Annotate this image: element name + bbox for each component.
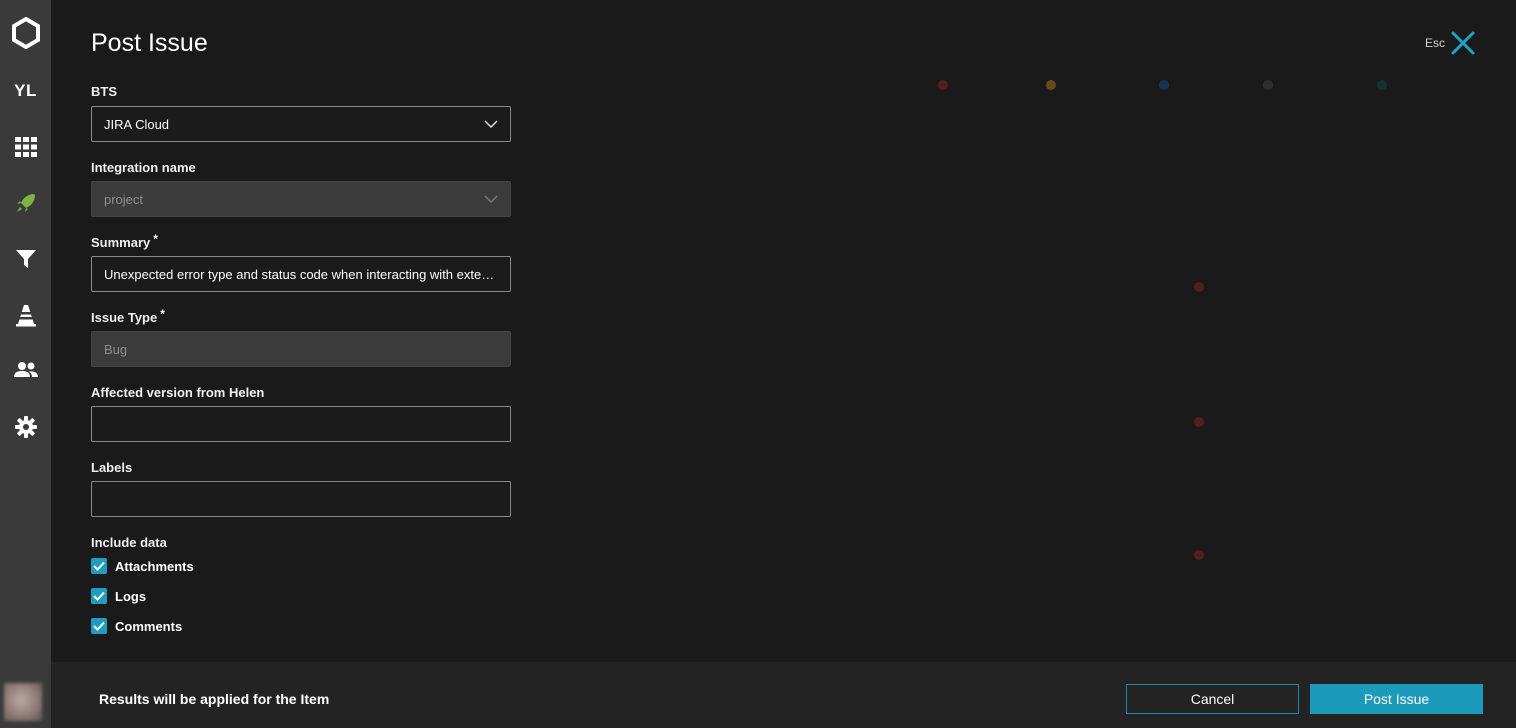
close-icon[interactable] [1450, 30, 1476, 56]
affected-version-input[interactable] [91, 406, 511, 442]
members-icon[interactable] [0, 350, 51, 390]
bts-value: JIRA Cloud [104, 116, 170, 132]
project-selector[interactable]: YL [0, 71, 51, 111]
comments-checkbox[interactable]: Comments [91, 618, 182, 634]
attachments-label: Attachments [115, 558, 194, 574]
filters-funnel-icon[interactable] [0, 239, 51, 279]
comments-label: Comments [115, 618, 183, 634]
required-mark: * [160, 307, 165, 321]
checkbox-checked-icon[interactable] [91, 618, 107, 634]
issue-type-value: Bug [104, 341, 128, 357]
labels-label: Labels [91, 460, 133, 475]
summary-label-text: Summary [91, 235, 151, 250]
summary-label: Summary * [91, 232, 158, 250]
summary-value: Unexpected error type and status code wh… [104, 266, 498, 282]
issue-type-label-text: Issue Type [91, 310, 158, 325]
logs-checkbox[interactable]: Logs [91, 588, 146, 604]
affected-version-label: Affected version from Helen [91, 385, 265, 400]
issue-type-label: Issue Type * [91, 307, 165, 325]
left-sidebar: YL [0, 0, 51, 728]
modal-title: Post Issue [91, 29, 208, 57]
attachments-checkbox[interactable]: Attachments [91, 558, 194, 574]
summary-input[interactable]: Unexpected error type and status code wh… [91, 256, 511, 292]
logs-label: Logs [115, 588, 147, 604]
post-issue-button[interactable]: Post Issue [1310, 684, 1483, 714]
dashboard-grid-icon[interactable] [0, 127, 51, 167]
integration-select: project [91, 181, 511, 217]
checkbox-checked-icon[interactable] [91, 558, 107, 574]
cancel-button[interactable]: Cancel [1126, 684, 1299, 714]
modal-footer: Results will be applied for the Item Can… [51, 662, 1516, 728]
bts-select[interactable]: JIRA Cloud [91, 106, 511, 142]
esc-hint: Esc [1425, 36, 1446, 50]
integration-label: Integration name [91, 160, 196, 175]
required-mark: * [153, 232, 158, 246]
chevron-down-icon [484, 120, 498, 128]
labels-input[interactable] [91, 481, 511, 517]
reportportal-logo-icon[interactable] [0, 13, 51, 53]
bts-label: BTS [91, 84, 117, 99]
debug-cone-icon[interactable] [0, 295, 51, 335]
issue-type-input: Bug [91, 331, 511, 367]
settings-gear-icon[interactable] [0, 407, 51, 447]
project-badge: YL [14, 81, 37, 100]
chevron-down-icon [484, 195, 498, 203]
user-avatar[interactable] [4, 683, 42, 721]
footer-info: Results will be applied for the Item [99, 691, 330, 707]
launches-rocket-icon[interactable] [0, 183, 51, 223]
include-data-label: Include data [91, 535, 167, 550]
integration-value: project [104, 191, 144, 207]
checkbox-checked-icon[interactable] [91, 588, 107, 604]
